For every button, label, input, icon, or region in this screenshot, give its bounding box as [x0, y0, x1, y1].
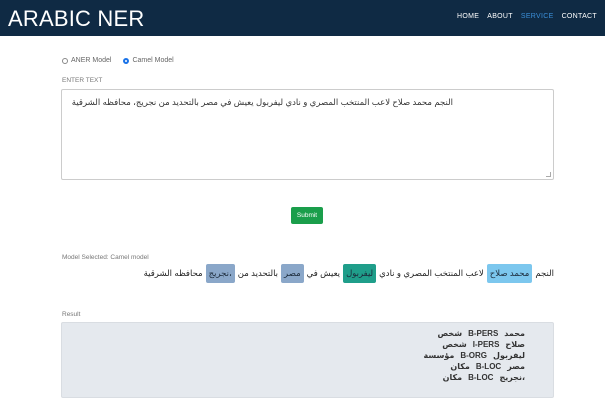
entity-org-highlight: ليفربول [343, 264, 377, 283]
aner-model-label: ANER Model [71, 57, 112, 64]
entity-pers-highlight: محمد صلاح [486, 264, 533, 283]
nav-service[interactable]: SERVICE [521, 13, 554, 20]
text-input-area[interactable]: النجم محمد صلاح لاعب المنتخب المصري و نا… [61, 89, 554, 180]
result-type: مكان [442, 373, 463, 382]
model-selector: ANER Model Camel Model [62, 57, 174, 64]
top-navbar: ARABIC NER HOME ABOUT SERVICE CONTACT [0, 0, 605, 36]
nav-about[interactable]: ABOUT [487, 13, 513, 20]
submit-button[interactable]: Submit [291, 207, 323, 224]
enter-text-label: ENTER TEXT [62, 77, 103, 84]
result-row: نجريج، B-LOC مكان [424, 372, 525, 383]
plain-token: يعيش في [306, 268, 341, 278]
camel-model-option[interactable]: Camel Model [123, 57, 174, 64]
result-row: صلاح I-PERS شخص [424, 339, 525, 350]
plain-token: محافظه الشرقية [143, 268, 203, 278]
result-word: محمد [504, 329, 525, 338]
result-type: شخص [437, 329, 463, 338]
aner-model-option[interactable]: ANER Model [62, 57, 111, 64]
brand-title[interactable]: ARABIC NER [8, 6, 144, 32]
entity-loc-highlight: مصر [281, 264, 304, 283]
plain-token: النجم [535, 268, 554, 278]
camel-model-radio[interactable] [123, 57, 130, 64]
result-tag: B-PERS [468, 329, 499, 338]
result-row: مصر B-LOC مكان [424, 361, 525, 372]
result-rows: محمد B-PERS شخص صلاح I-PERS شخص ليفربول B-ORG مؤ… [424, 328, 525, 383]
plain-token: بالتحديد من [237, 268, 279, 278]
result-row: ليفربول B-ORG مؤسسة [424, 350, 525, 361]
result-type: شخص [442, 340, 467, 349]
nav-links: HOME ABOUT SERVICE CONTACT [457, 13, 597, 20]
camel-model-label: Camel Model [132, 57, 174, 64]
result-type: مكان [450, 362, 470, 371]
plain-token: لاعب المنتخب المصري و نادي [379, 268, 484, 278]
result-tag: B-ORG [460, 351, 488, 360]
model-selected-label: Model Selected: Camel model [62, 254, 149, 261]
result-tag: B-LOC [468, 373, 494, 382]
result-row: محمد B-PERS شخص [424, 328, 525, 339]
resize-handle-icon[interactable] [546, 172, 551, 177]
nav-home[interactable]: HOME [457, 13, 479, 20]
result-word: مصر [507, 362, 525, 371]
aner-model-radio[interactable] [62, 57, 68, 64]
result-type: مؤسسة [423, 351, 455, 360]
result-label: Result [62, 311, 81, 318]
result-word: نجريج، [499, 373, 525, 382]
entity-loc-highlight: نجريج، [205, 264, 235, 283]
result-tag: I-PERS [472, 340, 500, 349]
result-box: محمد B-PERS شخص صلاح I-PERS شخص ليفربول B-ORG مؤ… [61, 322, 554, 398]
result-tag: B-LOC [475, 362, 502, 371]
result-word: صلاح [505, 340, 525, 349]
text-input-value[interactable]: النجم محمد صلاح لاعب المنتخب المصري و نا… [72, 97, 453, 108]
result-word: ليفربول [493, 351, 525, 360]
tagged-sentence: النجم محمد صلاح لاعب المنتخب المصري و نادي… [143, 264, 555, 283]
nav-contact[interactable]: CONTACT [562, 13, 597, 20]
